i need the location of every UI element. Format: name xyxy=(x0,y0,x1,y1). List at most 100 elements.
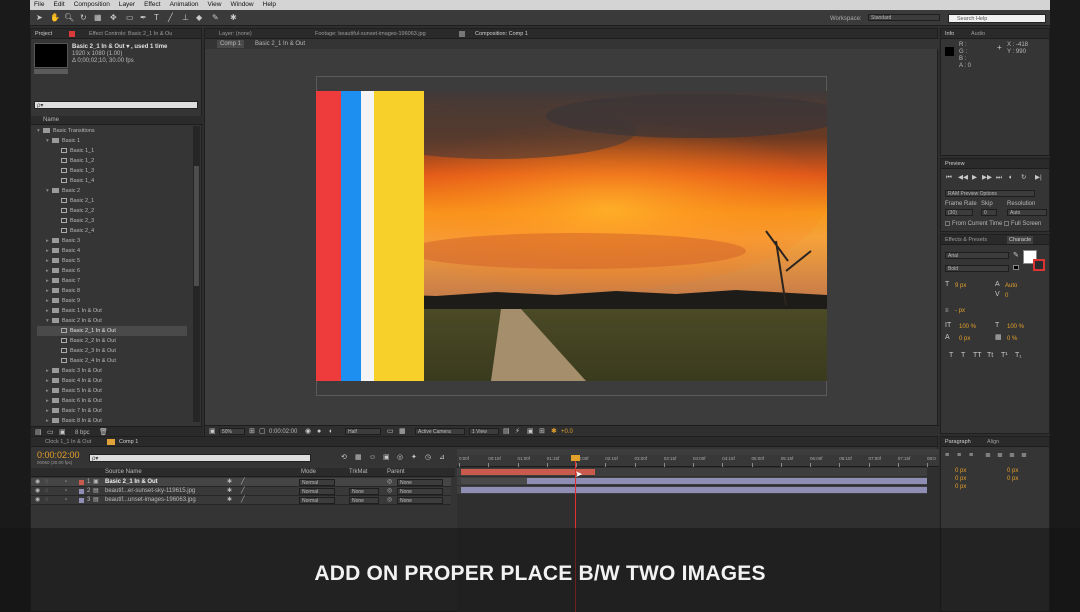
tab-audio[interactable]: Audio xyxy=(971,30,985,38)
project-folder[interactable]: ▸ Basic 3 In & Out xyxy=(37,366,187,376)
selection-tool-icon[interactable]: ➤ xyxy=(36,13,43,23)
column-mode[interactable]: Mode xyxy=(301,468,316,476)
layer-row[interactable]: ◉ ◌ ▫ 2 ▤ beautif...er-sunset-sky-119615.jpg ✱… xyxy=(31,487,451,496)
column-trkmat[interactable]: TrkMat xyxy=(349,468,367,476)
pick-whip-icon[interactable]: ◎ xyxy=(387,487,392,496)
indent-right-value[interactable]: 0 px xyxy=(1007,467,1018,475)
rotate-tool-icon[interactable]: ↻ xyxy=(80,13,87,23)
parent-dropdown[interactable]: None xyxy=(397,488,443,495)
column-parent[interactable]: Parent xyxy=(387,468,405,476)
font-style-dropdown[interactable]: Bold xyxy=(945,265,1009,272)
quality-switch-icon[interactable]: ╱ xyxy=(241,496,245,505)
parent-dropdown[interactable]: None xyxy=(397,497,443,504)
playhead-handle[interactable] xyxy=(571,455,580,461)
draft-3d-icon[interactable]: ▦ xyxy=(355,453,362,463)
tab-composition[interactable]: Composition: Comp 1 xyxy=(475,30,528,38)
stroke-width-value[interactable]: - px xyxy=(955,307,965,315)
clone-stamp-tool-icon[interactable]: ⊥ xyxy=(182,13,189,23)
from-current-checkbox[interactable] xyxy=(945,221,950,226)
project-comp[interactable]: Basic 2_3 In & Out xyxy=(37,346,187,356)
menu-view[interactable]: View xyxy=(208,0,222,10)
project-folder[interactable]: ▸ Basic 5 In & Out xyxy=(37,386,187,396)
trkmat-dropdown[interactable]: None xyxy=(349,488,379,495)
live-update-icon[interactable]: ⟲ xyxy=(341,453,347,463)
breadcrumb-item[interactable]: Basic 2_1 In & Out xyxy=(255,40,305,48)
project-scrollbar-thumb[interactable] xyxy=(194,166,199,286)
project-search-input[interactable]: ρ▾ xyxy=(34,101,198,109)
pick-whip-icon[interactable]: ◎ xyxy=(387,478,392,487)
audio-icon[interactable]: ◌ xyxy=(45,487,49,496)
project-folder[interactable]: ▸ Basic 8 In & Out xyxy=(37,416,187,424)
first-line-indent-value[interactable]: 0 px xyxy=(955,483,966,491)
label-color-icon[interactable] xyxy=(79,498,84,503)
menu-window[interactable]: Window xyxy=(231,0,254,10)
menu-file[interactable]: File xyxy=(34,0,44,10)
zoom-tool-icon[interactable]: 🔍︎ xyxy=(64,13,74,23)
full-screen-checkbox[interactable] xyxy=(1004,221,1009,226)
project-comp[interactable]: Basic 1_3 xyxy=(37,166,187,176)
exposure-value[interactable]: +0.0 xyxy=(561,428,573,436)
lock-layer-icon[interactable]: ▫ xyxy=(65,478,67,487)
breadcrumb-comp[interactable]: Comp 1 xyxy=(217,40,245,48)
project-folder[interactable]: ▸ Basic 7 xyxy=(37,276,187,286)
justify-right-icon[interactable]: ≣ xyxy=(1009,451,1015,461)
project-folder[interactable]: ▸ Basic 4 xyxy=(37,246,187,256)
faux-bold-icon[interactable]: T xyxy=(949,351,953,361)
graph-editor-icon[interactable]: ⊿ xyxy=(439,453,445,463)
label-color-icon[interactable] xyxy=(79,489,84,494)
next-frame-icon[interactable]: ▶▶ xyxy=(982,173,992,183)
project-folder[interactable]: ▾ Basic Transitions xyxy=(37,126,187,136)
subscript-icon[interactable]: T₁ xyxy=(1015,351,1022,361)
layer-name[interactable]: Basic 2_1 In & Out xyxy=(105,478,158,487)
pan-behind-tool-icon[interactable]: ✥ xyxy=(110,13,117,23)
superscript-icon[interactable]: T¹ xyxy=(1001,351,1008,361)
layer-name[interactable]: beautif...unset-images-196063.jpg xyxy=(105,496,196,505)
workspace-dropdown[interactable]: Standard xyxy=(868,14,940,21)
tab-character[interactable]: Characte xyxy=(1007,236,1034,244)
pick-whip-icon[interactable]: ◎ xyxy=(387,496,392,505)
lock-layer-icon[interactable]: ▫ xyxy=(65,487,67,496)
resolution-dropdown-preview[interactable]: Auto xyxy=(1007,209,1047,216)
motion-blur-icon[interactable]: ◎ xyxy=(397,453,403,463)
tab-paragraph[interactable]: Paragraph xyxy=(945,438,971,446)
time-ruler[interactable]: 0:00f 00:15f 01:00f 01:15f 02:00f 02:15f 03:00… xyxy=(457,455,939,467)
resolution-dropdown[interactable]: Half xyxy=(345,428,381,435)
pen-tool-icon[interactable]: ✒ xyxy=(140,13,147,23)
layer-bar-2[interactable] xyxy=(527,478,927,484)
project-folder[interactable]: ▸ Basic 6 In & Out xyxy=(37,396,187,406)
comp-canvas[interactable] xyxy=(316,91,827,381)
menu-layer[interactable]: Layer xyxy=(119,0,135,10)
frame-rate-dropdown[interactable]: (30) xyxy=(945,209,973,216)
black-swatch[interactable] xyxy=(1013,265,1019,270)
mode-dropdown[interactable]: Normal xyxy=(299,488,335,495)
justify-all-icon[interactable]: ≣ xyxy=(1021,451,1027,461)
tab-project[interactable]: Project xyxy=(35,30,52,38)
visibility-eye-icon[interactable]: ◉ xyxy=(35,478,40,487)
project-folder[interactable]: ▸ Basic 3 xyxy=(37,236,187,246)
project-folder[interactable]: ▸ Basic 1 In & Out xyxy=(37,306,187,316)
quality-switch-icon[interactable]: ╱ xyxy=(241,487,245,496)
shy-switch-icon[interactable]: ✱ xyxy=(227,487,232,496)
tab-layer[interactable]: Layer: (none) xyxy=(219,30,252,38)
rectangle-tool-icon[interactable]: ▭ xyxy=(126,13,134,23)
timeline-search-input[interactable]: ρ▾ xyxy=(89,454,311,462)
skip-field[interactable]: 0 xyxy=(981,209,997,216)
column-name-header[interactable]: Name xyxy=(43,116,59,124)
project-folder[interactable]: ▸ Basic 5 xyxy=(37,256,187,266)
vertical-scale-value[interactable]: 100 % xyxy=(959,323,976,331)
audio-icon[interactable]: ◌ xyxy=(45,478,49,487)
project-comp[interactable]: Basic 2_2 In & Out xyxy=(37,336,187,346)
zoom-dropdown[interactable]: 50% xyxy=(219,428,245,435)
eraser-tool-icon[interactable]: ◆ xyxy=(196,13,202,23)
project-comp[interactable]: Basic 2_4 xyxy=(37,226,187,236)
project-comp[interactable]: Basic 2_2 xyxy=(37,206,187,216)
eyedropper-icon[interactable]: ✎ xyxy=(1013,251,1019,261)
faux-italic-icon[interactable]: T xyxy=(961,351,965,361)
project-folder[interactable]: ▾ Basic 2 In & Out xyxy=(37,316,187,326)
font-family-dropdown[interactable]: Arial xyxy=(945,252,1009,259)
tab-info[interactable]: Info xyxy=(945,30,954,38)
project-comp[interactable]: Basic 1_4 xyxy=(37,176,187,186)
stroke-color-swatch[interactable] xyxy=(1033,259,1045,271)
space-after-value[interactable]: 0 px xyxy=(1007,475,1018,483)
project-comp[interactable]: Basic 1_1 xyxy=(37,146,187,156)
